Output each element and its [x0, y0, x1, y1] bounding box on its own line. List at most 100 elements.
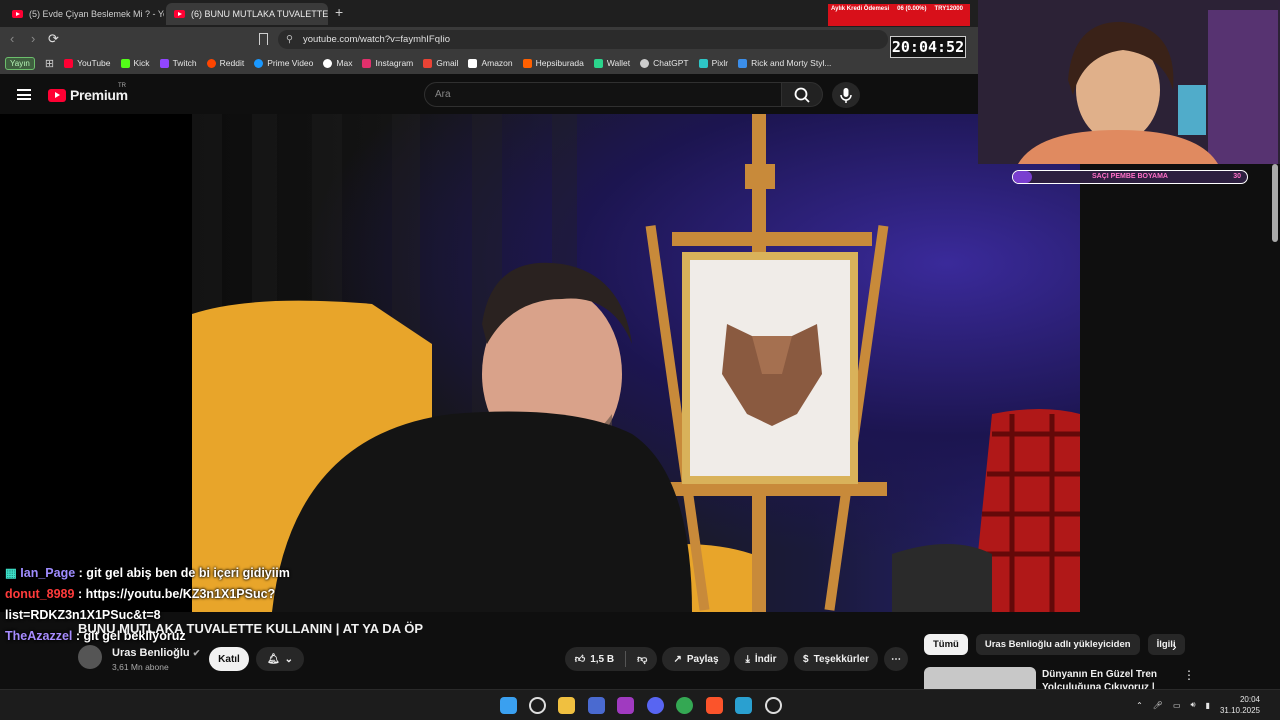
chip-all[interactable]: Tümü — [924, 634, 968, 655]
more-actions-button[interactable]: ⋯ — [884, 647, 908, 671]
region-code: TR — [118, 83, 126, 89]
hepsiburada-icon — [522, 58, 532, 68]
address-bar[interactable]: ⚲ youtube.com/watch?v=faymhIFqIio — [278, 30, 888, 49]
youtube-header: Premium TR Ara — [0, 74, 978, 114]
reco-thumbnail[interactable] — [924, 667, 1036, 689]
microphone-icon[interactable]: 🎤︎ — [1153, 701, 1163, 710]
chip-related[interactable]: İlgili — [1147, 634, 1185, 655]
streamer-webcam — [978, 0, 1280, 164]
chevron-up-icon[interactable]: ⌃ — [1136, 701, 1143, 710]
rick-and-morty-icon — [738, 58, 748, 68]
bookmark-prime-video[interactable]: Prime Video — [254, 58, 313, 68]
reddit-icon — [206, 58, 216, 68]
bookmark-chatgpt[interactable]: ChatGPT — [640, 58, 689, 68]
store-icon[interactable] — [588, 697, 605, 714]
bookmark-youtube[interactable]: YouTube — [64, 58, 111, 68]
tab-title: (5) Evde Çiyan Beslemek Mi ? - YouTu — [29, 9, 164, 19]
volume-icon[interactable]: 🔊︎ — [1191, 700, 1196, 710]
brave-icon[interactable] — [706, 697, 723, 714]
share-icon: ↗ — [673, 653, 682, 665]
channel-name[interactable]: Uras Benlioğlu ✔ — [112, 647, 200, 659]
thumbs-up-icon: 👍︎ — [574, 654, 586, 665]
bookmark-max[interactable]: Max — [323, 58, 352, 68]
discord-icon[interactable] — [647, 697, 664, 714]
reco-menu-icon[interactable]: ⋮ — [1183, 668, 1195, 682]
wallet-icon — [593, 58, 603, 68]
start-icon[interactable] — [500, 697, 517, 714]
video-frame — [192, 114, 1080, 612]
twitch-icon — [159, 58, 169, 68]
search-input[interactable]: Ara — [424, 82, 782, 107]
bookmark-reddit[interactable]: Reddit — [206, 58, 244, 68]
chip-from-uploader[interactable]: Uras Benlioğlu adlı yükleyiciden — [975, 634, 1140, 655]
download-button[interactable]: ⤓ İndir — [734, 647, 788, 671]
bell-icon: 🔔︎ — [266, 653, 280, 665]
related-filter-chips: Tümü Uras Benlioğlu adlı yükleyiciden İl… — [924, 634, 1185, 655]
pixlr-icon — [698, 58, 708, 68]
join-button[interactable]: Katıl — [209, 647, 249, 671]
search-icon[interactable] — [529, 697, 546, 714]
video-player[interactable] — [0, 114, 1080, 612]
tab-title: (6) BUNU MUTLAKA TUVALETTE — [191, 9, 328, 19]
youtube-premium-logo[interactable]: Premium — [48, 87, 128, 103]
share-button[interactable]: ↗ Paylaş — [662, 647, 730, 671]
thumbs-down-icon[interactable]: 👎︎ — [637, 653, 647, 665]
url-text: youtube.com/watch?v=faymhIFqIio — [302, 34, 451, 45]
prime-video-icon — [254, 58, 264, 68]
search-button[interactable] — [781, 82, 823, 107]
scrollbar[interactable] — [1272, 164, 1278, 242]
chrome-icon[interactable] — [676, 697, 693, 714]
bookmark-icon[interactable] — [259, 33, 268, 45]
back-button[interactable]: ‹ — [10, 31, 14, 46]
menu-icon[interactable] — [17, 89, 31, 100]
app-icon[interactable] — [617, 697, 634, 714]
apps-grid-icon[interactable]: ⊞ — [45, 57, 54, 70]
taskbar-clock[interactable]: 20:04 31.10.2025 — [1220, 694, 1260, 716]
app-icon-2[interactable] — [735, 697, 752, 714]
tab-1[interactable]: (5) Evde Çiyan Beslemek Mi ? - YouTu — [4, 3, 164, 25]
obs-icon[interactable] — [765, 697, 782, 714]
verified-icon: ✔ — [192, 648, 201, 658]
voice-search-button[interactable] — [832, 82, 860, 108]
yayin-badge[interactable]: Yayın — [5, 56, 35, 70]
microphone-icon — [840, 88, 852, 103]
download-icon: ⤓ — [745, 653, 750, 665]
new-tab-button[interactable]: + — [335, 4, 343, 20]
reload-button[interactable]: ⟳ — [48, 31, 59, 47]
chevron-right-icon[interactable]: › — [1172, 638, 1177, 654]
video-title: BUNU MUTLAKA TUVALETTE KULLANIN | AT YA … — [78, 621, 423, 636]
bookmark-instagram[interactable]: Instagram — [362, 58, 413, 68]
bookmark-gmail[interactable]: Gmail — [423, 58, 458, 68]
bookmark-pixlr[interactable]: Pixlr — [698, 58, 728, 68]
network-icon[interactable]: ▭ — [1173, 701, 1181, 710]
bookmark-wallet[interactable]: Wallet — [593, 58, 630, 68]
bookmark-twitch[interactable]: Twitch — [159, 58, 197, 68]
channel-avatar[interactable] — [78, 645, 102, 669]
browser-toolbar: ‹ › ⟳ ⚲ youtube.com/watch?v=faymhIFqIio — [0, 27, 980, 52]
site-info-icon[interactable]: ⚲ — [286, 34, 293, 45]
tab-2-active[interactable]: (6) BUNU MUTLAKA TUVALETTE ✕ — [166, 3, 328, 25]
windows-taskbar: ⌃ 🎤︎ ▭ 🔊︎ ▮ 20:04 31.10.2025 — [0, 689, 1280, 720]
chevron-down-icon: ⌄ — [284, 653, 294, 665]
super-thanks-icon: $ — [803, 653, 809, 665]
file-explorer-icon[interactable] — [558, 697, 575, 714]
bookmark-rick-and-morty[interactable]: Rick and Morty Styl... — [738, 58, 831, 68]
bookmark-amazon[interactable]: Amazon — [468, 58, 513, 68]
bookmarks-bar: Yayın ⊞ YouTube Kick Twitch Reddit Prime… — [0, 52, 980, 74]
youtube-favicon-icon — [174, 10, 185, 18]
goal-value: 30 — [1233, 173, 1241, 180]
subscribed-bell-button[interactable]: 🔔︎ ⌄ — [256, 647, 304, 671]
forward-button[interactable]: › — [31, 31, 35, 46]
like-button[interactable]: 👍︎ 1,5 B — [574, 653, 614, 666]
bookmark-kick[interactable]: Kick — [120, 58, 150, 68]
bookmark-hepsiburada[interactable]: Hepsiburada — [522, 58, 584, 68]
max-icon — [323, 58, 333, 68]
chat-message: ▦ Ian_Page : git gel abiş ben de bi içer… — [5, 566, 290, 580]
thanks-button[interactable]: $ Teşekkürler — [794, 647, 878, 671]
chat-badge-icon: ▦ — [5, 566, 17, 580]
chat-message: donut_8989 : https://youtu.be/KZ3n1X1PSu… — [5, 587, 276, 601]
system-tray: ⌃ 🎤︎ ▭ 🔊︎ ▮ 20:04 31.10.2025 — [1136, 694, 1260, 716]
battery-icon[interactable]: ▮ — [1206, 701, 1210, 710]
instagram-icon — [362, 58, 372, 68]
youtube-logo-icon — [48, 88, 66, 102]
